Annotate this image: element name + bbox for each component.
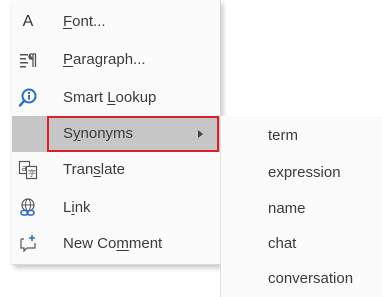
new-comment-menu-item[interactable]: New Comment	[12, 226, 220, 262]
svg-text:字: 字	[28, 168, 36, 178]
paragraph-menu-item[interactable]: Paragraph...	[12, 42, 220, 78]
synonym-conversation[interactable]: conversation	[268, 270, 353, 287]
translate-menu-item[interactable]: a 字 Translate	[12, 152, 220, 188]
link-icon	[18, 198, 38, 218]
new-comment-label: New Comment	[63, 235, 163, 252]
font-label: Font...	[63, 13, 106, 30]
translate-label: Translate	[63, 161, 125, 178]
link-label: Link	[63, 199, 91, 216]
smart-lookup-icon	[18, 88, 38, 108]
synonym-name[interactable]: name	[268, 200, 306, 217]
smart-lookup-menu-item[interactable]: Smart Lookup	[12, 80, 220, 116]
synonym-chat[interactable]: chat	[268, 235, 296, 252]
link-menu-item[interactable]: Link	[12, 190, 220, 226]
synonyms-highlight-outline	[47, 116, 219, 152]
font-menu-item[interactable]: A Font...	[12, 4, 220, 40]
smart-lookup-label: Smart Lookup	[63, 89, 157, 106]
new-comment-icon	[18, 234, 38, 254]
synonyms-submenu: term expression name chat conversation	[220, 116, 382, 297]
font-icon: A	[22, 13, 34, 30]
translate-icon: a 字	[18, 160, 38, 180]
paragraph-label: Paragraph...	[63, 51, 146, 68]
synonym-term[interactable]: term	[268, 127, 298, 144]
synonym-expression[interactable]: expression	[268, 164, 341, 181]
paragraph-icon	[18, 50, 38, 70]
